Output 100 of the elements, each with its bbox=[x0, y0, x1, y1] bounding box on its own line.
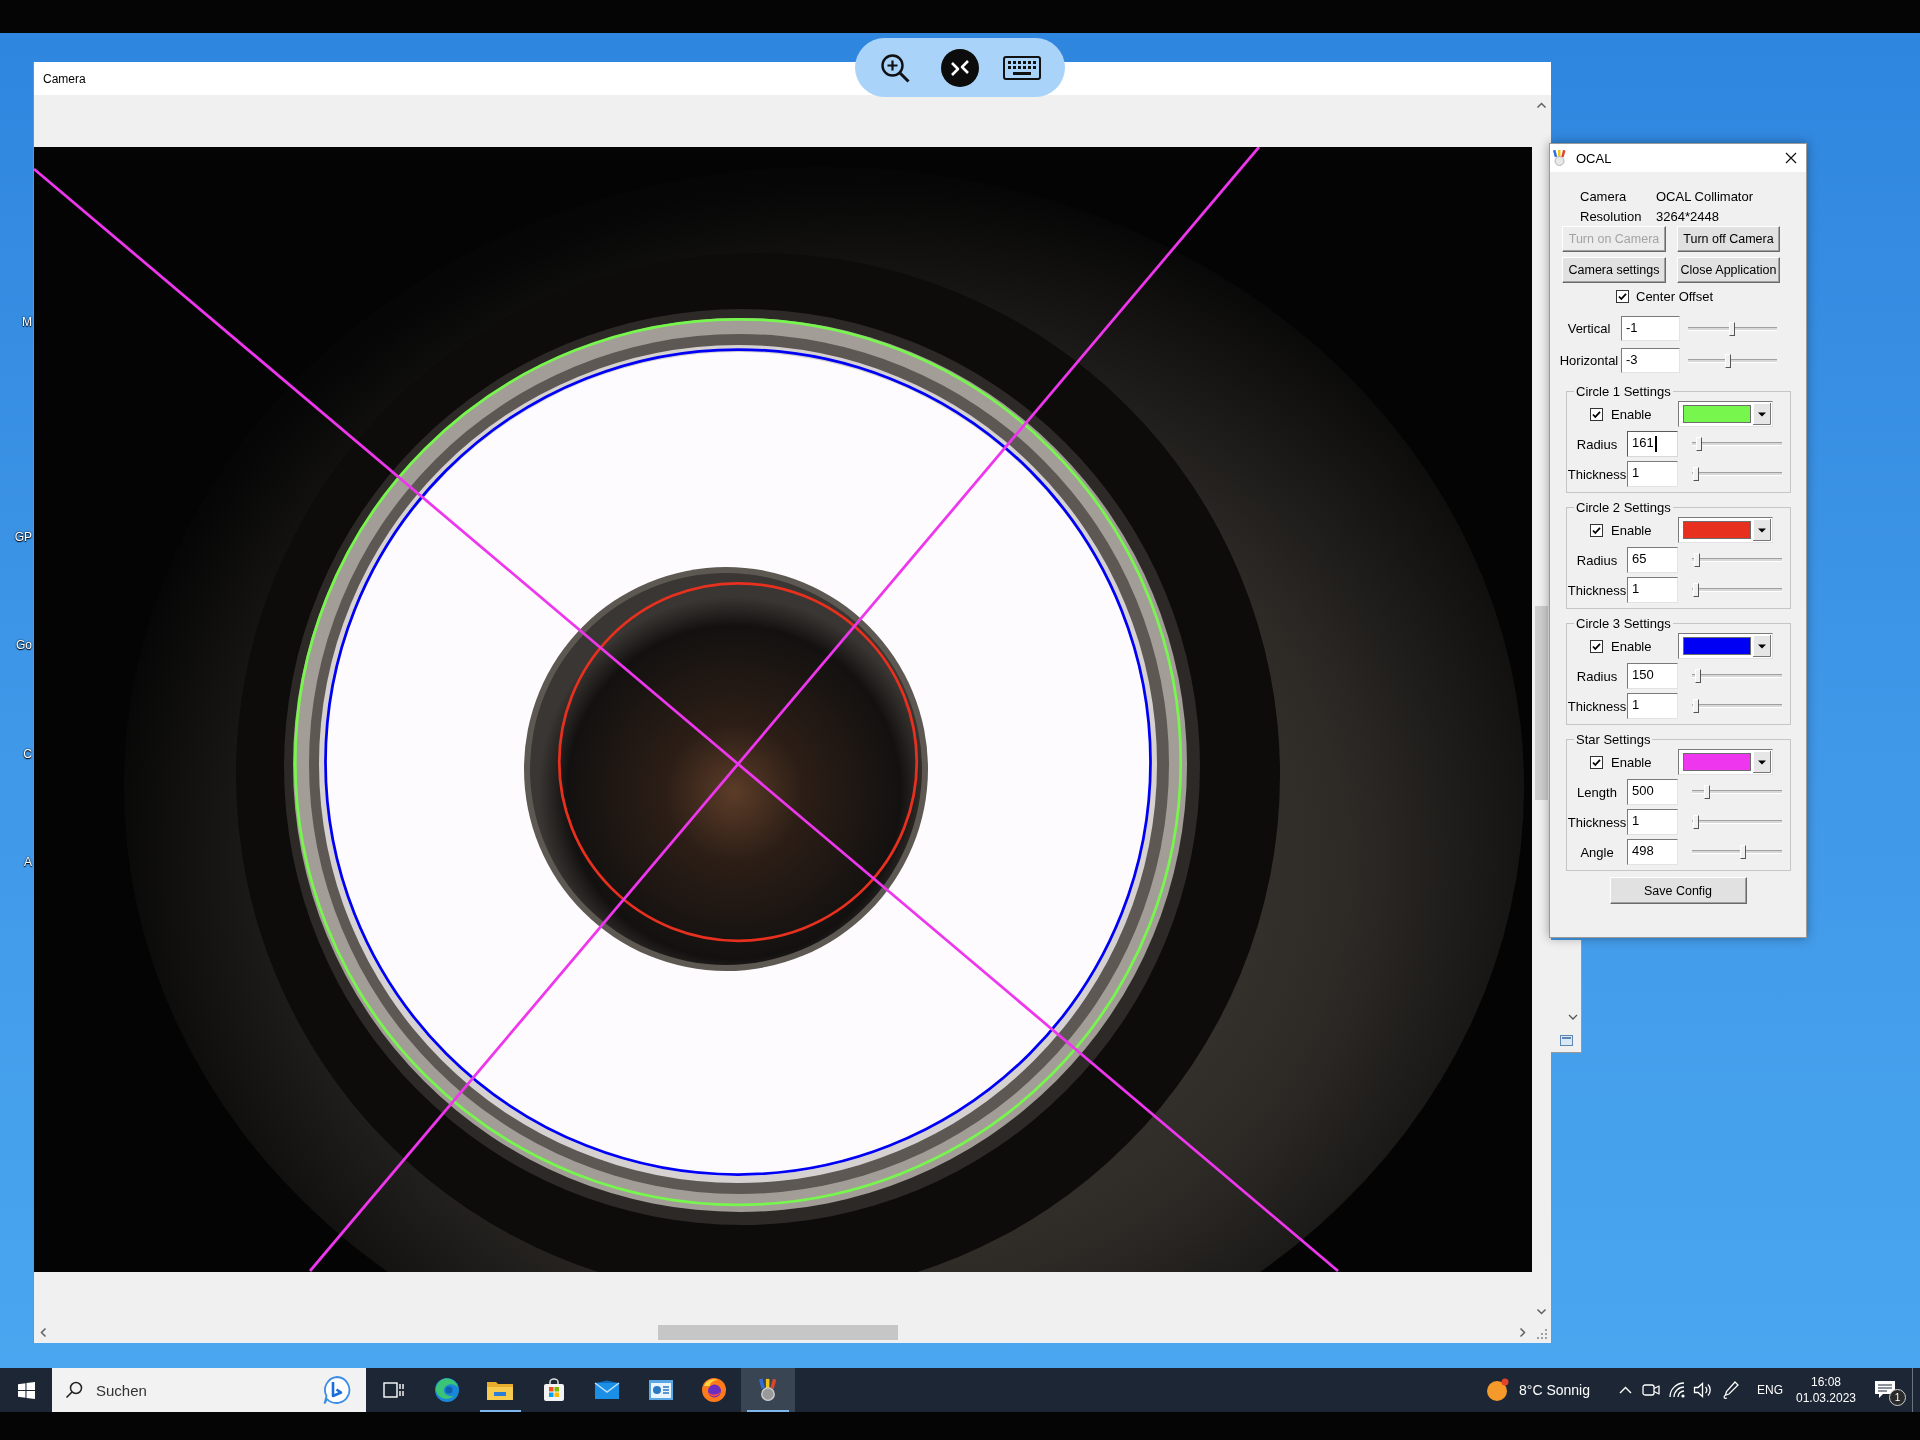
window-title: Camera bbox=[43, 71, 86, 86]
text-field[interactable]: 1 bbox=[1627, 577, 1678, 603]
text-field[interactable]: 1 bbox=[1627, 809, 1678, 835]
field-label: Radius bbox=[1575, 668, 1619, 684]
group-title: Circle 1 Settings bbox=[1575, 384, 1672, 399]
slider[interactable] bbox=[1692, 436, 1782, 452]
chevron-down-icon[interactable] bbox=[1568, 1014, 1578, 1021]
zoom-in-icon[interactable] bbox=[880, 52, 910, 83]
chevron-up-icon[interactable] bbox=[1618, 1386, 1632, 1394]
weather-text[interactable]: 8°C Sonnig bbox=[1519, 1382, 1590, 1398]
message-icon[interactable] bbox=[1874, 1380, 1896, 1400]
language-indicator[interactable]: ENG bbox=[1746, 1368, 1794, 1412]
shopping-bag-icon bbox=[541, 1378, 566, 1402]
text-field[interactable]: 498 bbox=[1627, 839, 1678, 865]
text-field[interactable]: 1 bbox=[1627, 693, 1678, 719]
slider-thumb[interactable] bbox=[1695, 669, 1702, 683]
wifi-icon[interactable] bbox=[1668, 1382, 1686, 1398]
action-button[interactable]: Turn off Camera bbox=[1677, 226, 1780, 252]
save-config-button[interactable]: Save Config bbox=[1609, 877, 1747, 904]
slider-thumb[interactable] bbox=[1692, 467, 1699, 481]
clock-button[interactable]: 16:08 01.03.2023 bbox=[1794, 1368, 1858, 1412]
window-title: OCAL bbox=[1576, 150, 1612, 166]
slider[interactable] bbox=[1692, 784, 1782, 800]
slider[interactable] bbox=[1692, 698, 1782, 714]
checkbox[interactable] bbox=[1590, 639, 1603, 653]
slider-thumb[interactable] bbox=[1694, 553, 1701, 567]
group-title: Circle 3 Settings bbox=[1575, 616, 1672, 631]
group-title: Star Settings bbox=[1575, 732, 1652, 747]
scrollbar-thumb[interactable] bbox=[1535, 606, 1548, 800]
envelope-icon bbox=[594, 1380, 621, 1400]
checkbox[interactable] bbox=[1590, 755, 1603, 769]
checkbox[interactable] bbox=[1616, 289, 1629, 303]
action-button[interactable]: Camera settings bbox=[1562, 257, 1666, 283]
close-icon[interactable] bbox=[1785, 152, 1797, 164]
slider[interactable] bbox=[1692, 668, 1782, 684]
field-label: Radius bbox=[1575, 436, 1619, 452]
keyboard-icon[interactable] bbox=[1003, 55, 1041, 80]
field-label: Thickness bbox=[1567, 466, 1627, 482]
size-grip-icon[interactable] bbox=[1536, 1328, 1548, 1340]
chevrons-disc-icon[interactable] bbox=[941, 48, 979, 87]
swirl-icon bbox=[433, 1377, 460, 1403]
text-field[interactable]: 65 bbox=[1627, 547, 1678, 573]
slider-thumb[interactable] bbox=[1740, 845, 1747, 859]
sun-icon[interactable] bbox=[1486, 1378, 1510, 1402]
slider[interactable] bbox=[1692, 466, 1782, 482]
clock-time: 16:08 bbox=[1811, 1374, 1841, 1390]
text-field[interactable]: 1 bbox=[1627, 461, 1678, 487]
contact-card-icon bbox=[647, 1379, 674, 1401]
video-camera-icon[interactable] bbox=[1642, 1383, 1660, 1397]
search-icon bbox=[65, 1381, 83, 1399]
text-field[interactable]: 161 bbox=[1627, 431, 1678, 457]
slider[interactable] bbox=[1692, 814, 1782, 830]
checkbox[interactable] bbox=[1590, 407, 1603, 421]
checkbox-label: Center Offset bbox=[1636, 288, 1714, 304]
slider-thumb[interactable] bbox=[1692, 583, 1699, 597]
speech-bubble-icon[interactable] bbox=[322, 1375, 352, 1405]
color-dropdown[interactable] bbox=[1678, 633, 1773, 659]
slider-thumb[interactable] bbox=[1696, 437, 1703, 451]
slider-thumb[interactable] bbox=[1728, 321, 1735, 336]
slider-thumb[interactable] bbox=[1725, 353, 1732, 368]
checkbox-label: Enable bbox=[1611, 638, 1652, 654]
action-button[interactable]: Close Application bbox=[1677, 257, 1780, 283]
caret-down-icon[interactable] bbox=[1753, 751, 1771, 773]
color-dropdown[interactable] bbox=[1678, 749, 1773, 775]
slider[interactable] bbox=[1692, 844, 1782, 860]
checkbox-label: Enable bbox=[1611, 406, 1652, 422]
checkbox[interactable] bbox=[1590, 523, 1603, 537]
search-field[interactable]: Suchen bbox=[52, 1368, 366, 1412]
field-label: Thickness bbox=[1567, 698, 1627, 714]
field-label: Length bbox=[1576, 784, 1618, 800]
info-value: OCAL Collimator bbox=[1656, 188, 1755, 204]
slider-thumb[interactable] bbox=[1692, 699, 1699, 713]
slider[interactable] bbox=[1688, 320, 1777, 337]
speaker-icon[interactable] bbox=[1693, 1382, 1713, 1398]
clock-date: 01.03.2023 bbox=[1795, 1390, 1857, 1406]
caret-down-icon[interactable] bbox=[1753, 519, 1771, 541]
slider[interactable] bbox=[1692, 582, 1782, 598]
text-field[interactable]: 500 bbox=[1627, 779, 1678, 805]
window-icon[interactable] bbox=[1560, 1035, 1573, 1046]
caret-down-icon[interactable] bbox=[1753, 403, 1771, 425]
scrollbar-thumb[interactable] bbox=[658, 1325, 898, 1340]
text-field[interactable]: -1 bbox=[1621, 316, 1680, 341]
text-field[interactable]: -3 bbox=[1621, 348, 1680, 373]
taskbar-app-button[interactable] bbox=[741, 1368, 795, 1412]
stacked-windows-icon bbox=[382, 1381, 404, 1399]
folder-icon bbox=[486, 1379, 515, 1401]
slider-thumb[interactable] bbox=[1692, 815, 1699, 829]
pen-icon[interactable] bbox=[1722, 1380, 1740, 1400]
text-field[interactable]: 150 bbox=[1627, 663, 1678, 689]
color-dropdown[interactable] bbox=[1678, 517, 1773, 543]
slider[interactable] bbox=[1692, 552, 1782, 568]
color-dropdown[interactable] bbox=[1678, 401, 1773, 427]
medal-icon bbox=[758, 1378, 777, 1402]
info-label: Resolution bbox=[1580, 208, 1643, 224]
field-label: Thickness bbox=[1567, 582, 1627, 598]
slider[interactable] bbox=[1688, 352, 1777, 369]
field-label: Thickness bbox=[1567, 814, 1627, 830]
slider-thumb[interactable] bbox=[1704, 785, 1711, 799]
caret-down-icon[interactable] bbox=[1753, 635, 1771, 657]
four-panes-icon bbox=[17, 1381, 35, 1399]
